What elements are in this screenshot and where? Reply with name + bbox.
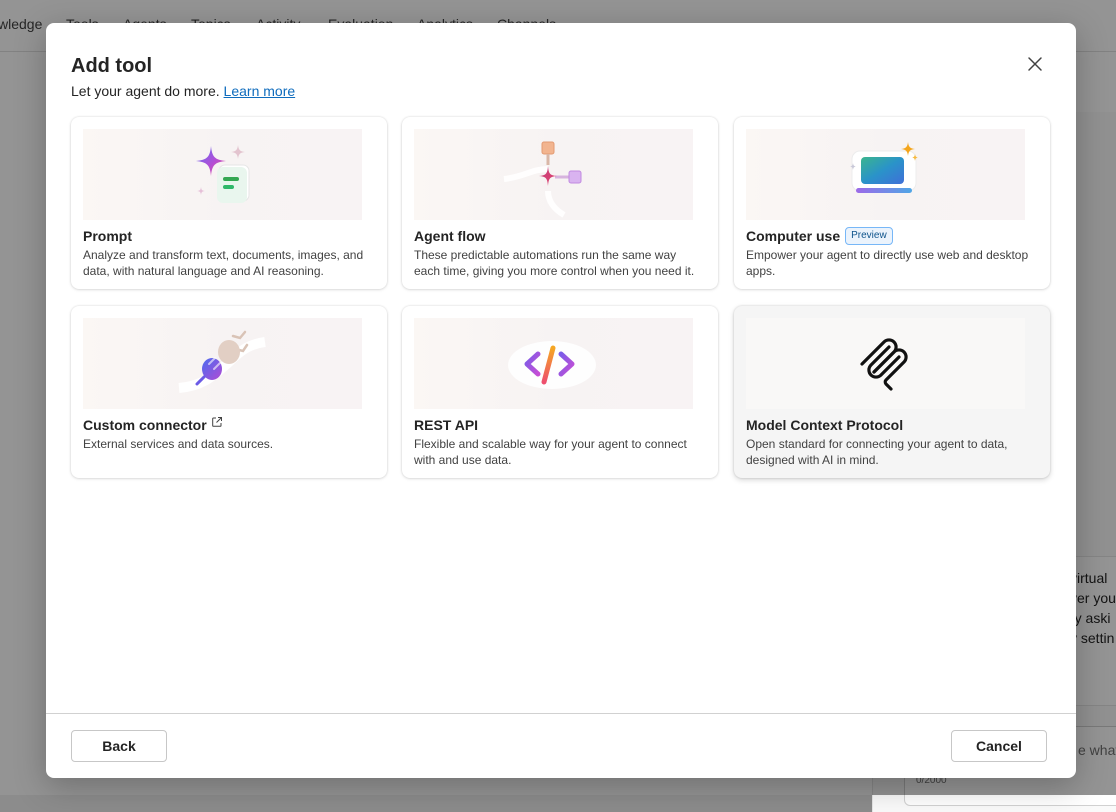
- plug-illustration: [178, 330, 266, 393]
- card-title-text: Agent flow: [414, 228, 486, 244]
- footer-divider: [46, 713, 1076, 714]
- sparkle-prompt-illustration: [196, 145, 250, 203]
- card-title: REST API: [414, 416, 478, 434]
- tool-card-model-context-protocol[interactable]: Model Context Protocol Open standard for…: [734, 306, 1050, 478]
- card-title: Custom connector: [83, 416, 223, 434]
- card-image: [83, 318, 362, 409]
- close-button[interactable]: [1022, 51, 1048, 77]
- card-title: Prompt: [83, 227, 132, 245]
- tool-card-custom-connector[interactable]: Custom connector External services and d…: [71, 306, 387, 478]
- card-description: These predictable automations run the sa…: [414, 248, 695, 278]
- card-title: Model Context Protocol: [746, 416, 903, 434]
- card-description: Open standard for connecting your agent …: [746, 437, 1008, 467]
- card-title-text: REST API: [414, 417, 479, 433]
- card-description: Empower your agent to directly use web a…: [746, 248, 1029, 278]
- laptop-sparkle-illustration: [850, 142, 918, 193]
- tool-card-computer-use[interactable]: Computer use Preview Empower your agent …: [734, 117, 1050, 289]
- add-tool-dialog: Add tool Let your agent do more. Learn m…: [46, 23, 1076, 778]
- mcp-logo: [860, 338, 908, 391]
- dialog-subtitle: Let your agent do more. Learn more: [71, 82, 295, 100]
- card-image: [746, 129, 1025, 220]
- dialog-title: Add tool: [71, 55, 153, 77]
- card-title-text: Computer use: [746, 228, 841, 244]
- learn-more-link[interactable]: Learn more: [224, 83, 296, 99]
- dismiss-icon: [1028, 57, 1042, 71]
- code-brackets-illustration: [508, 341, 596, 389]
- card-title-text: Prompt: [83, 228, 132, 244]
- flow-nodes-illustration: [503, 141, 582, 218]
- card-title-text: Custom connector: [83, 417, 207, 433]
- dialog-subtitle-text: Let your agent do more.: [71, 83, 220, 99]
- back-button[interactable]: Back: [71, 730, 167, 762]
- open-external-icon: [211, 417, 222, 427]
- card-description: Flexible and scalable way for your agent…: [414, 437, 687, 467]
- tool-card-rest-api[interactable]: REST API Flexible and scalable way for y…: [402, 306, 718, 478]
- card-description: Analyze and transform text, documents, i…: [83, 248, 364, 278]
- tool-card-agent-flow[interactable]: Agent flow These predictable automations…: [402, 117, 718, 289]
- preview-badge: Preview: [845, 227, 893, 245]
- card-description: External services and data sources.: [83, 437, 274, 451]
- card-image: [83, 129, 362, 220]
- tool-card-prompt[interactable]: Prompt Analyze and transform text, docum…: [71, 117, 387, 289]
- card-title: Agent flow: [414, 227, 486, 245]
- card-image: [746, 318, 1025, 409]
- card-title: Computer use Preview: [746, 227, 893, 245]
- card-title-text: Model Context Protocol: [746, 417, 904, 433]
- card-image: [414, 129, 693, 220]
- card-image: [414, 318, 693, 409]
- cancel-button[interactable]: Cancel: [951, 730, 1047, 762]
